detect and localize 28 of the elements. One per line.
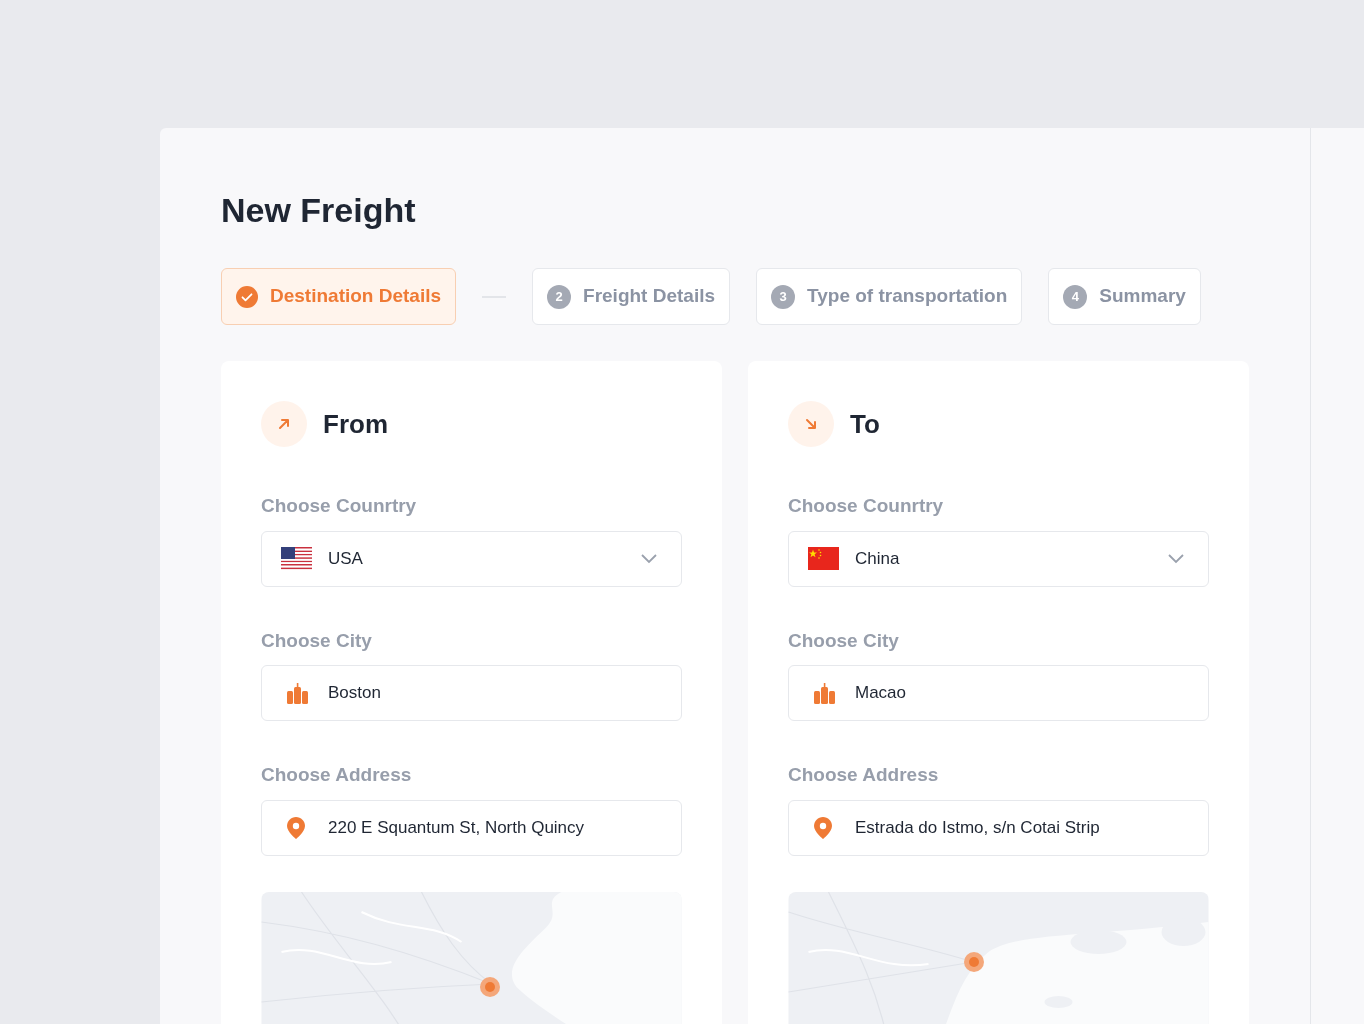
- step-number: 4: [1063, 284, 1088, 309]
- flag-icon: [808, 547, 839, 570]
- address-field[interactable]: Estrada do Istmo, s/n Cotai Strip: [788, 799, 1209, 856]
- field-label: Choose Address: [788, 763, 939, 787]
- step-number: 2: [547, 284, 572, 309]
- country-dropdown[interactable]: USA: [261, 530, 682, 587]
- field-label: Choose Counrtry: [788, 494, 944, 518]
- city-field[interactable]: Boston: [261, 665, 682, 721]
- card-title: From: [323, 407, 388, 441]
- arrow-up-right-icon: [261, 401, 307, 447]
- field-label: Choose City: [788, 628, 899, 653]
- location-pin-icon: [287, 816, 305, 839]
- field-label: Choose City: [261, 628, 372, 653]
- chevron-down-icon: [641, 553, 657, 564]
- arrow-down-right-icon: [788, 401, 834, 447]
- buildings-icon: [287, 682, 308, 704]
- city-field[interactable]: Macao: [788, 665, 1209, 721]
- buildings-icon: [814, 682, 835, 704]
- step-number: 3: [771, 284, 796, 309]
- chevron-down-icon: [1168, 553, 1184, 564]
- page-title: New Freight: [221, 190, 417, 230]
- country-dropdown[interactable]: China: [788, 530, 1209, 587]
- flag-icon: [281, 547, 312, 570]
- card-title: To: [850, 407, 880, 441]
- field-label: Choose Counrtry: [261, 494, 417, 518]
- address-field[interactable]: 220 E Squantum St, North Quincy: [261, 799, 682, 856]
- field-label: Choose Address: [261, 763, 412, 787]
- location-pin-icon: [814, 816, 832, 839]
